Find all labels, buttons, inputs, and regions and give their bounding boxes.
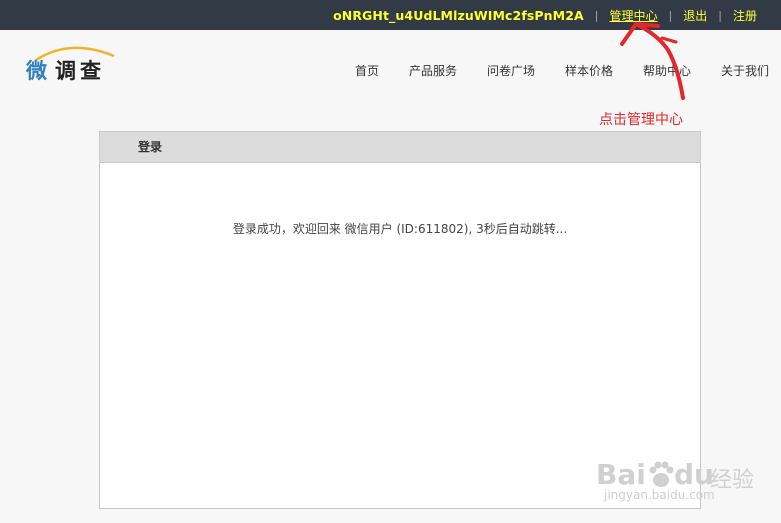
nav-item-sample-price[interactable]: 样本价格 <box>565 62 613 79</box>
watermark-brand-b: du <box>674 458 714 491</box>
login-panel: 登录 登录成功，欢迎回来 微信用户 (ID:611802), 3秒后自动跳转..… <box>99 131 701 509</box>
nav-item-home[interactable]: 首页 <box>355 62 379 79</box>
nav-item-about[interactable]: 关于我们 <box>721 62 769 79</box>
baidu-watermark: Bai du 经验 jingyan.baidu.com <box>590 458 770 518</box>
username-label: oNRGHt_u4UdLMlzuWIMc2fsPnM2A <box>333 7 584 23</box>
login-success-message: 登录成功，欢迎回来 微信用户 (ID:611802), 3秒后自动跳转... <box>232 222 568 236</box>
separator: | <box>668 8 673 22</box>
separator: | <box>718 8 722 22</box>
paw-icon <box>649 461 674 487</box>
top-bar: oNRGHt_u4UdLMlzuWIMc2fsPnM2A | 管理中心 | 退出… <box>0 0 781 30</box>
logout-link[interactable]: 退出 <box>683 7 707 24</box>
watermark-brand-a: Bai <box>596 458 646 491</box>
nav-item-products[interactable]: 产品服务 <box>409 62 457 79</box>
manage-center-link[interactable]: 管理中心 <box>610 7 658 24</box>
watermark-url: jingyan.baidu.com <box>604 488 715 502</box>
nav-item-help[interactable]: 帮助中心 <box>643 62 691 79</box>
nav-item-survey-square[interactable]: 问卷广场 <box>487 62 535 79</box>
annotation-click-manage: 点击管理中心 <box>599 112 683 128</box>
register-link[interactable]: 注册 <box>733 7 757 24</box>
watermark-brand-cn: 经验 <box>710 468 755 493</box>
separator: | <box>594 8 599 22</box>
main-nav: 首页 产品服务 问卷广场 样本价格 帮助中心 关于我们 <box>0 62 781 80</box>
top-bar-links: oNRGHt_u4UdLMlzuWIMc2fsPnM2A | 管理中心 | 退出… <box>333 0 757 30</box>
panel-title: 登录 <box>100 132 700 163</box>
